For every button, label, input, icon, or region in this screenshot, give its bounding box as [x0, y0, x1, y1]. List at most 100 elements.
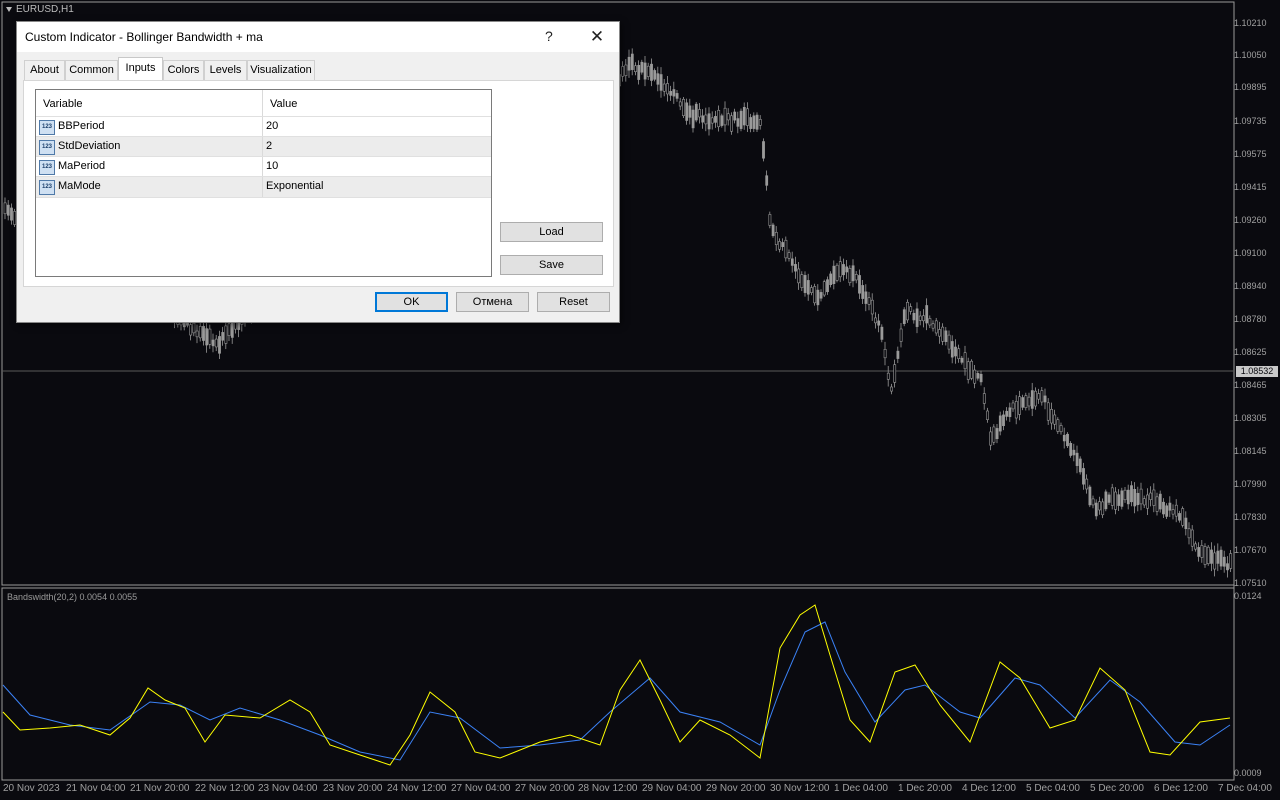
variable-value[interactable]: 10: [266, 160, 278, 172]
candle-body: [883, 349, 887, 359]
dialog-titlebar[interactable]: Custom Indicator - Bollinger Bandwidth +…: [17, 22, 619, 52]
time-tick-label: 24 Nov 12:00: [387, 783, 447, 794]
variable-value[interactable]: 20: [266, 120, 278, 132]
candle-body: [707, 113, 711, 130]
candle-body: [214, 338, 218, 348]
indicator-scale-bottom: 0.0009: [1234, 768, 1262, 778]
indicator-lines: [2, 604, 1231, 766]
candle-body: [829, 273, 833, 285]
candle-body: [765, 175, 769, 186]
time-tick-label: 29 Nov 04:00: [642, 783, 702, 794]
candle-body: [1190, 529, 1194, 547]
tab-levels[interactable]: Levels: [204, 60, 247, 80]
candle-body: [1014, 401, 1018, 419]
candle-body: [1226, 563, 1229, 571]
tab-visualization[interactable]: Visualization: [247, 60, 315, 80]
candle-body: [842, 264, 845, 276]
candle-body: [1066, 433, 1069, 447]
candle-body: [1085, 478, 1089, 490]
time-tick-label: 6 Dec 12:00: [1154, 783, 1208, 794]
candle-body: [845, 266, 849, 273]
candle-body: [1075, 452, 1079, 466]
load-button[interactable]: Load: [500, 222, 603, 242]
table-row[interactable]: 123 BBPeriod 20: [36, 116, 491, 137]
current-price-tag: 1.08532: [1236, 366, 1278, 377]
candle-body: [806, 280, 810, 295]
column-header-variable[interactable]: Variable: [43, 98, 83, 110]
candle-body: [1152, 489, 1156, 506]
candle-body: [1213, 552, 1217, 570]
candle-body: [1229, 553, 1233, 569]
candle-body: [1136, 492, 1140, 506]
time-tick-label: 21 Nov 04:00: [66, 783, 126, 794]
reset-button[interactable]: Reset: [537, 292, 610, 312]
tab-colors[interactable]: Colors: [163, 60, 204, 80]
time-tick-label: 27 Nov 04:00: [451, 783, 511, 794]
candle-body: [864, 291, 868, 304]
candle-body: [848, 268, 852, 284]
candle-body: [224, 325, 228, 344]
table-row[interactable]: 123 MaPeriod 10: [36, 156, 491, 177]
candle-body: [813, 286, 817, 304]
candle-body: [1120, 490, 1124, 507]
table-row[interactable]: 123 MaMode Exponential: [36, 176, 491, 198]
candle-body: [794, 264, 797, 272]
candle-body: [1162, 501, 1165, 515]
ok-button[interactable]: OK: [375, 292, 448, 312]
candle-body: [1088, 486, 1092, 506]
candle-body: [195, 330, 199, 338]
candle-body: [1030, 390, 1034, 409]
column-header-value[interactable]: Value: [270, 98, 297, 110]
candle-body: [714, 116, 717, 123]
candle-body: [998, 415, 1002, 432]
variable-value[interactable]: Exponential: [266, 180, 324, 192]
time-tick-label: 4 Dec 12:00: [962, 783, 1016, 794]
price-tick-label: 1.09415: [1234, 182, 1267, 192]
time-tick-label: 23 Nov 04:00: [258, 783, 318, 794]
candle-body: [995, 428, 999, 440]
candle-body: [982, 393, 986, 404]
help-button[interactable]: ?: [545, 28, 553, 44]
price-tick-label: 1.08625: [1234, 347, 1267, 357]
close-icon[interactable]: ✕: [585, 26, 609, 48]
candle-body: [227, 323, 231, 336]
time-tick-label: 5 Dec 20:00: [1090, 783, 1144, 794]
candle-body: [1114, 491, 1117, 510]
123-param-icon: 123: [39, 160, 55, 175]
variable-value[interactable]: 2: [266, 140, 272, 152]
tab-about[interactable]: About: [24, 60, 65, 80]
tab-common[interactable]: Common: [65, 60, 118, 80]
candle-body: [640, 61, 644, 73]
candle-body: [669, 91, 673, 96]
bandwidth-line: [2, 604, 1231, 766]
candle-body: [720, 115, 724, 126]
candle-body: [723, 107, 727, 126]
time-tick-label: 21 Nov 20:00: [130, 783, 190, 794]
price-tick-label: 1.09260: [1234, 215, 1267, 225]
candle-body: [662, 83, 666, 92]
cancel-button[interactable]: Отмена: [456, 292, 529, 312]
save-button[interactable]: Save: [500, 255, 603, 275]
tab-inputs[interactable]: Inputs: [118, 57, 163, 81]
variable-name: StdDeviation: [58, 140, 121, 152]
candle-body: [1053, 414, 1057, 425]
dropdown-arrow-icon: [6, 6, 12, 12]
table-row[interactable]: 123 StdDeviation 2: [36, 136, 491, 157]
grid-header: Variable Value: [36, 90, 491, 116]
candle-body: [1062, 434, 1066, 442]
candle-body: [218, 336, 221, 354]
candle-body: [909, 306, 913, 312]
candle-body: [1037, 393, 1041, 400]
candle-body: [890, 386, 893, 392]
indicator-dialog: Custom Indicator - Bollinger Bandwidth +…: [16, 21, 620, 323]
candle-body: [1168, 502, 1172, 511]
candle-body: [1174, 504, 1178, 517]
candle-body: [787, 252, 791, 259]
candle-body: [966, 361, 970, 380]
candle-body: [3, 202, 7, 215]
candle-body: [1133, 488, 1137, 507]
candle-body: [950, 341, 954, 358]
candle-body: [1126, 489, 1130, 505]
candle-body: [198, 326, 202, 339]
candle-body: [877, 320, 881, 326]
